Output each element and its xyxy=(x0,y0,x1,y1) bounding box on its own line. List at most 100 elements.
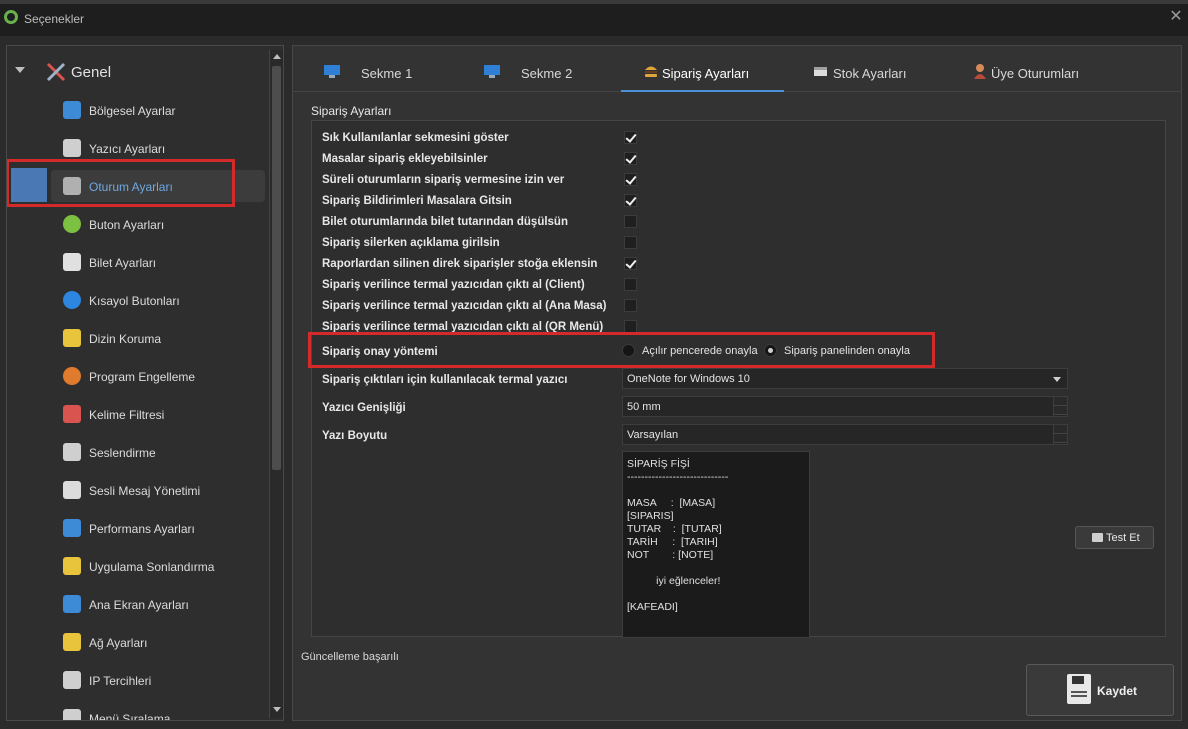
sidebar-item[interactable]: IP Tercihleri xyxy=(51,664,265,696)
option-label: Sipariş Bildirimleri Masalara Gitsin xyxy=(322,195,512,207)
selected-marker xyxy=(11,168,47,202)
font-size-spinbox[interactable]: Varsayılan xyxy=(622,424,1068,445)
radio-popup-approve-label: Açılır pencerede onayla xyxy=(642,345,758,357)
sidebar-item-label: Oturum Ayarları xyxy=(89,180,173,194)
option-checkbox[interactable] xyxy=(624,194,637,207)
option-label: Raporlardan silinen direk siparişler sto… xyxy=(322,258,598,270)
tab-siparis-ayarlari[interactable]: Sipariş Ayarları xyxy=(621,46,784,92)
sidebar-item[interactable]: Dizin Koruma xyxy=(51,322,265,354)
option-checkbox[interactable] xyxy=(624,278,637,291)
save-button[interactable]: Kaydet xyxy=(1026,664,1174,716)
option-label: Bilet oturumlarında bilet tutarından düş… xyxy=(322,216,568,228)
spin-up-icon[interactable] xyxy=(1054,397,1067,406)
sidebar-item[interactable]: Sesli Mesaj Yönetimi xyxy=(51,474,265,506)
spin-buttons[interactable] xyxy=(1053,425,1067,444)
sidebar-item[interactable]: Bilet Ayarları xyxy=(51,246,265,278)
sidebar-item[interactable]: Ana Ekran Ayarları xyxy=(51,588,265,620)
option-checkbox[interactable] xyxy=(624,131,637,144)
option-checkbox[interactable] xyxy=(624,320,637,333)
close-icon[interactable]: ✕ xyxy=(1168,9,1184,25)
tab-sekme-1[interactable]: Sekme 1 xyxy=(307,46,457,92)
option-checkbox[interactable] xyxy=(624,215,637,228)
receipt-template-editor[interactable]: SİPARİŞ FİŞİ ---------------------------… xyxy=(622,451,810,638)
tab-bar: Sekme 1 Sekme 2 Sipariş Ayarları Stok Ay… xyxy=(293,46,1181,92)
sidebar-item[interactable]: Yazıcı Ayarları xyxy=(51,132,265,164)
block-icon xyxy=(63,367,81,385)
sidebar-item-label: Kısayol Butonları xyxy=(89,294,180,308)
option-checkbox[interactable] xyxy=(624,152,637,165)
tab-label: Üye Oturumları xyxy=(991,66,1080,81)
scroll-thumb[interactable] xyxy=(272,66,281,470)
main-panel: Sekme 1 Sekme 2 Sipariş Ayarları Stok Ay… xyxy=(292,45,1182,721)
tab-uye-oturumlari[interactable]: Üye Oturumları xyxy=(958,46,1118,92)
scroll-down-icon[interactable] xyxy=(273,707,281,712)
tab-label: Sekme 1 xyxy=(361,66,413,81)
tree-root-genel[interactable]: Genel xyxy=(7,60,267,86)
option-label: Sipariş verilince termal yazıcıdan çıktı… xyxy=(322,300,607,312)
sidebar-item[interactable]: Menü Sıralama xyxy=(51,702,265,720)
printer-select[interactable]: OneNote for Windows 10 xyxy=(622,368,1068,389)
printer-value: OneNote for Windows 10 xyxy=(627,373,750,385)
sidebar-item[interactable]: Performans Ayarları xyxy=(51,512,265,544)
option-checkbox[interactable] xyxy=(624,299,637,312)
sidebar-item[interactable]: Ağ Ayarları xyxy=(51,626,265,658)
monitor-icon xyxy=(63,595,81,613)
test-print-button[interactable]: Test Et xyxy=(1075,526,1154,549)
sidebar-item[interactable]: Uygulama Sonlandırma xyxy=(51,550,265,582)
spin-buttons[interactable] xyxy=(1053,397,1067,416)
tab-sekme-2[interactable]: Sekme 2 xyxy=(467,46,617,92)
sidebar-item-label: Performans Ayarları xyxy=(89,522,195,536)
sidebar-scrollbar[interactable] xyxy=(269,50,283,718)
spin-down-icon[interactable] xyxy=(1054,406,1067,415)
monitor-icon xyxy=(324,65,340,78)
globe-icon xyxy=(63,101,81,119)
monitor-icon xyxy=(484,65,500,78)
sidebar-item[interactable]: Program Engelleme xyxy=(51,360,265,392)
filter-icon xyxy=(63,405,81,423)
sidebar-item-label: IP Tercihleri xyxy=(89,674,152,688)
tab-label: Stok Ayarları xyxy=(833,66,907,81)
printer-icon xyxy=(63,139,81,157)
option-label: Sipariş verilince termal yazıcıdan çıktı… xyxy=(322,279,585,291)
option-label: Süreli oturumların sipariş vermesine izi… xyxy=(322,174,565,186)
radio-panel-approve[interactable] xyxy=(764,344,777,357)
tools-icon xyxy=(46,62,66,82)
sidebar-item-label: Bölgesel Ayarlar xyxy=(89,104,176,118)
spin-down-icon[interactable] xyxy=(1054,434,1067,443)
tab-stok-ayarlari[interactable]: Stok Ayarları xyxy=(798,46,948,92)
approval-method-label: Sipariş onay yöntemi xyxy=(322,346,438,358)
collapse-caret-icon[interactable] xyxy=(15,67,25,73)
performance-icon xyxy=(63,519,81,537)
sidebar-item[interactable]: Buton Ayarları xyxy=(51,208,265,240)
sidebar-item[interactable]: Seslendirme xyxy=(51,436,265,468)
title-bar: Seçenekler ✕ xyxy=(0,0,1188,36)
box-icon xyxy=(814,67,827,76)
sidebar-item-label: Kelime Filtresi xyxy=(89,408,165,422)
status-message: Güncelleme başarılı xyxy=(301,651,399,663)
microphone-globe-icon xyxy=(63,481,81,499)
tab-label: Sekme 2 xyxy=(521,66,573,81)
option-label: Sipariş silerken açıklama girilsin xyxy=(322,237,500,249)
sidebar-item[interactable]: Kısayol Butonları xyxy=(51,284,265,316)
scroll-up-icon[interactable] xyxy=(273,54,281,59)
test-button-label: Test Et xyxy=(1106,532,1140,544)
spin-up-icon[interactable] xyxy=(1054,425,1067,434)
radio-popup-approve[interactable] xyxy=(622,344,635,357)
app-logo-icon xyxy=(4,10,18,24)
option-checkbox[interactable] xyxy=(624,236,637,249)
printer-icon xyxy=(1092,533,1103,542)
speaker-icon xyxy=(63,443,81,461)
user-icon xyxy=(974,64,986,79)
option-checkbox[interactable] xyxy=(624,257,637,270)
sidebar-item-label: Seslendirme xyxy=(89,446,156,460)
sidebar-item[interactable]: Kelime Filtresi xyxy=(51,398,265,430)
sidebar-item[interactable]: Bölgesel Ayarlar xyxy=(51,94,265,126)
option-checkbox[interactable] xyxy=(624,173,637,186)
printer-width-spinbox[interactable]: 50 mm xyxy=(622,396,1068,417)
radio-panel-approve-label: Sipariş panelinden onayla xyxy=(784,345,910,357)
sidebar-item[interactable]: Oturum Ayarları xyxy=(51,170,265,202)
sidebar-tree: Genel Bölgesel Ayarlar Yazıcı Ayarları Otu… xyxy=(6,45,284,721)
grid-icon xyxy=(63,709,81,720)
burger-icon xyxy=(645,66,657,77)
option-label: Sipariş verilince termal yazıcıdan çıktı… xyxy=(322,321,604,333)
